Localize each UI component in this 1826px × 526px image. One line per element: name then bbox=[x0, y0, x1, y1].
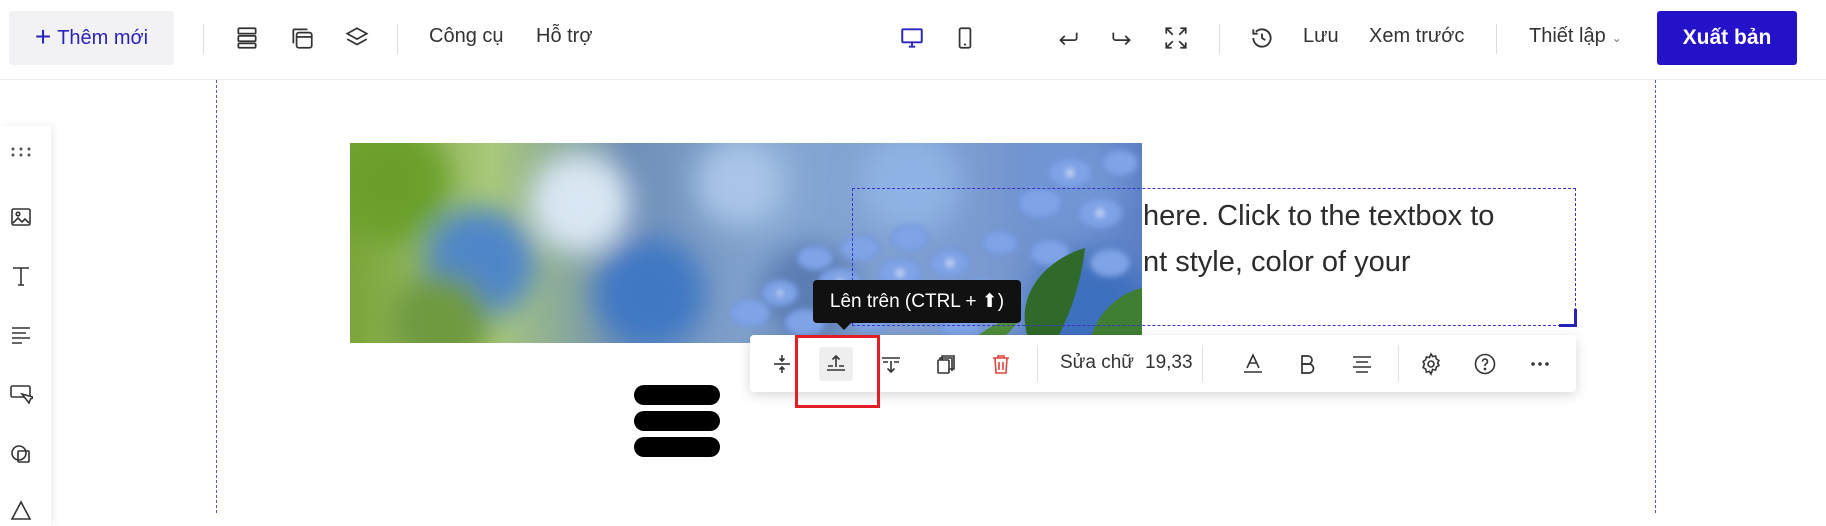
left-toolbar bbox=[0, 126, 51, 526]
delete-icon[interactable] bbox=[984, 347, 1018, 381]
tools-menu[interactable]: Công cụ bbox=[429, 25, 504, 48]
add-new-button[interactable]: + Thêm mới bbox=[9, 11, 174, 65]
redo-icon[interactable] bbox=[1106, 22, 1138, 54]
publish-button[interactable]: Xuất bản bbox=[1657, 11, 1797, 65]
plus-icon: + bbox=[34, 20, 52, 52]
divider bbox=[1219, 24, 1220, 54]
pages-icon[interactable] bbox=[286, 22, 318, 54]
divider bbox=[1398, 345, 1399, 382]
bold-icon[interactable] bbox=[1290, 347, 1324, 381]
divider bbox=[1202, 345, 1203, 382]
support-menu[interactable]: Hỗ trợ bbox=[536, 25, 592, 48]
sections-icon[interactable] bbox=[231, 22, 263, 54]
hamburger-menu-icon[interactable] bbox=[634, 385, 720, 457]
gear-icon[interactable] bbox=[1414, 347, 1448, 381]
canvas-guide-left bbox=[216, 80, 217, 513]
resize-handle[interactable] bbox=[1559, 309, 1577, 327]
help-icon[interactable] bbox=[1468, 347, 1502, 381]
resize-vertical-icon[interactable] bbox=[765, 347, 799, 381]
move-up-tooltip: Lên trên (CTRL + ⬆) bbox=[813, 280, 1021, 330]
text-icon[interactable] bbox=[8, 263, 34, 289]
more-icon[interactable] bbox=[8, 498, 34, 524]
paragraph-icon[interactable] bbox=[8, 322, 34, 348]
text-line-1: here. Click to the textbox to bbox=[1143, 200, 1495, 232]
canvas-guide-right bbox=[1655, 80, 1656, 513]
drag-grip-icon[interactable] bbox=[8, 139, 34, 165]
history-icon[interactable] bbox=[1246, 22, 1278, 54]
settings-dropdown[interactable]: Thiết lập ⌄ bbox=[1529, 25, 1622, 48]
fullscreen-icon[interactable] bbox=[1160, 22, 1192, 54]
align-center-icon[interactable] bbox=[1345, 347, 1379, 381]
mobile-icon[interactable] bbox=[949, 22, 981, 54]
divider bbox=[203, 24, 204, 54]
divider bbox=[1496, 24, 1497, 54]
preview-button[interactable]: Xem trước bbox=[1369, 25, 1464, 48]
font-size-input[interactable]: 19,33 bbox=[1145, 352, 1193, 374]
duplicate-icon[interactable] bbox=[929, 347, 963, 381]
desktop-icon[interactable] bbox=[896, 22, 928, 54]
image-icon[interactable] bbox=[8, 204, 34, 230]
add-new-label: Thêm mới bbox=[57, 26, 149, 49]
settings-label: Thiết lập bbox=[1529, 25, 1606, 47]
chevron-down-icon: ⌄ bbox=[1611, 30, 1622, 45]
divider bbox=[397, 24, 398, 54]
edit-text-button[interactable]: Sửa chữ bbox=[1060, 352, 1134, 374]
shape-icon[interactable] bbox=[8, 440, 34, 466]
save-button[interactable]: Lưu bbox=[1303, 25, 1339, 48]
button-icon[interactable] bbox=[8, 381, 34, 407]
divider bbox=[1037, 345, 1038, 382]
undo-icon[interactable] bbox=[1052, 22, 1084, 54]
layers-icon[interactable] bbox=[341, 22, 373, 54]
text-color-icon[interactable] bbox=[1236, 347, 1270, 381]
top-toolbar: + Thêm mới Công cụ Hỗ trợ Lưu Xem trước … bbox=[0, 0, 1826, 80]
move-up-highlight bbox=[795, 335, 880, 408]
text-line-2: nt style, color of your bbox=[1143, 246, 1411, 278]
more-icon[interactable] bbox=[1523, 347, 1557, 381]
text-block-content: here. Click to the textbox to nt style, … bbox=[1143, 193, 1494, 285]
